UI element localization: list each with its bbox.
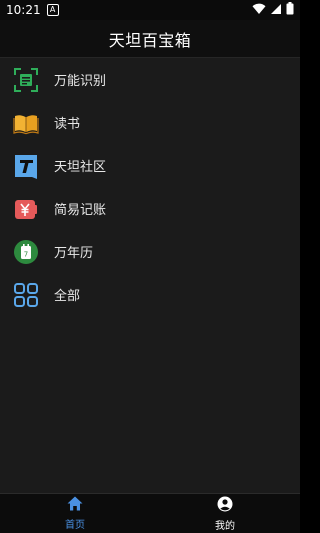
community-t-icon [12, 152, 40, 180]
book-icon [12, 109, 40, 137]
signal-icon [270, 3, 282, 18]
page-title: 天坦百宝箱 [108, 30, 192, 50]
scan-icon [12, 66, 40, 94]
calendar-icon: 7 [12, 238, 40, 266]
status-time: 10:21 [6, 3, 41, 17]
grid-all-icon [12, 281, 40, 309]
tool-menu-list: 万能识别 读书 天坦社区 简易记账 7 万年历 全部 [0, 58, 300, 316]
app-header: 天坦百宝箱 [0, 20, 300, 58]
home-icon [67, 496, 83, 515]
menu-item-simple-ledger[interactable]: 简易记账 [0, 187, 300, 230]
svg-text:7: 7 [24, 250, 28, 258]
nav-tab-home-label: 首页 [65, 520, 85, 531]
menu-item-label: 万能识别 [54, 74, 107, 89]
bottom-navigation: 首页 我的 [0, 493, 300, 533]
menu-item-reading[interactable]: 读书 [0, 101, 300, 144]
nav-tab-profile-label: 我的 [215, 520, 235, 532]
nav-tab-profile[interactable]: 我的 [150, 494, 300, 533]
menu-item-label: 读书 [54, 117, 81, 132]
battery-icon [286, 2, 294, 18]
wifi-icon [252, 3, 266, 18]
nav-tab-home[interactable]: 首页 [0, 494, 150, 533]
menu-item-universal-recognition[interactable]: 万能识别 [0, 58, 300, 101]
menu-item-label: 全部 [54, 289, 81, 304]
status-bar: 10:21 A [0, 0, 300, 20]
status-right [252, 2, 294, 18]
ledger-yen-icon [12, 195, 40, 223]
menu-item-label: 万年历 [54, 246, 94, 261]
menu-item-label: 简易记账 [54, 203, 107, 218]
menu-item-community[interactable]: 天坦社区 [0, 144, 300, 187]
status-left: 10:21 A [6, 3, 59, 17]
menu-item-label: 天坦社区 [54, 160, 107, 175]
profile-icon [217, 496, 233, 516]
notification-a-icon: A [46, 4, 59, 16]
menu-item-all[interactable]: 全部 [0, 273, 300, 316]
app-screen: 10:21 A 天坦百宝箱 万能识别 读书 天坦社区 简易记账 7 万年历 全部… [0, 0, 300, 533]
menu-item-calendar[interactable]: 7 万年历 [0, 230, 300, 273]
